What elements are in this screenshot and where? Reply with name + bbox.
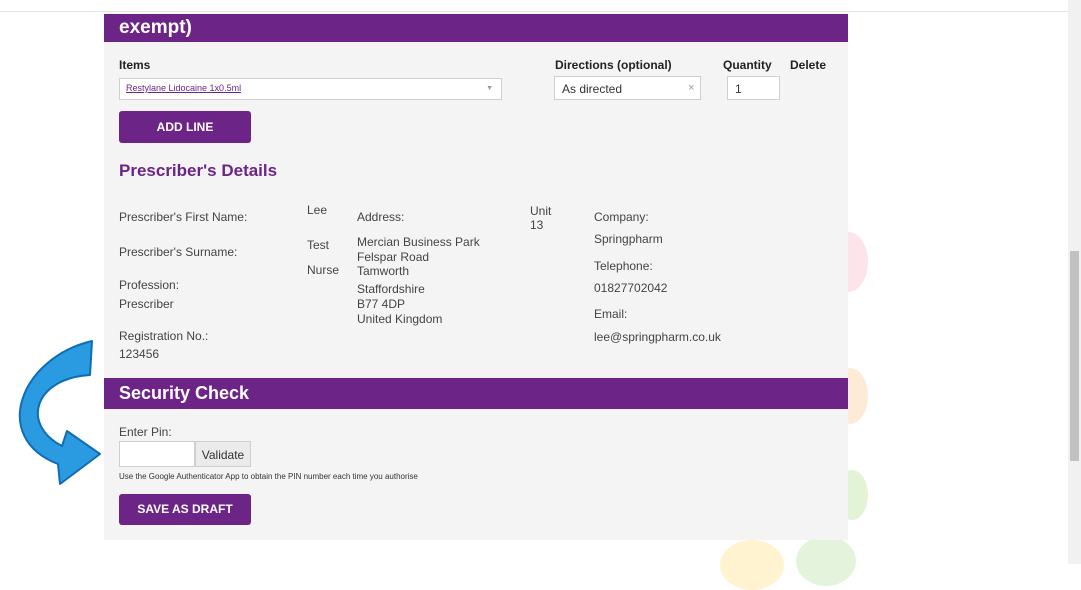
- quantity-input-value: 1: [735, 82, 742, 96]
- pin-input[interactable]: [119, 441, 195, 467]
- pin-hint-text: Use the Google Authenticator App to obta…: [119, 472, 418, 481]
- security-section-bar: Security Check: [104, 378, 848, 409]
- surname-label: Prescriber's Surname:: [119, 245, 238, 259]
- company-label: Company:: [594, 210, 649, 224]
- unit-label: Unit: [530, 204, 552, 218]
- telephone-value: 01827702042: [594, 281, 668, 295]
- address-line: Staffordshire: [357, 282, 425, 296]
- profession-label: Profession:: [119, 278, 180, 292]
- add-line-button[interactable]: ADD LINE: [119, 111, 251, 143]
- unit-value: 13: [530, 218, 544, 232]
- address-label: Address:: [357, 210, 405, 224]
- profession-side-value: Nurse: [307, 263, 340, 277]
- prescriber-section-title: Prescriber's Details: [119, 161, 278, 180]
- first-name-value: Lee: [307, 203, 328, 217]
- registration-label: Registration No.:: [119, 329, 209, 343]
- address-line: United Kingdom: [357, 312, 443, 326]
- company-value: Springpharm: [594, 232, 663, 246]
- profession-value: Prescriber: [119, 297, 174, 311]
- quantity-input[interactable]: 1: [727, 76, 780, 100]
- address-line: Mercian Business Park: [357, 235, 480, 249]
- page-scrollbar[interactable]: [1068, 0, 1081, 564]
- page-top-divider: [0, 11, 1068, 12]
- save-as-draft-button[interactable]: SAVE AS DRAFT: [119, 494, 251, 525]
- email-value: lee@springpharm.co.uk: [594, 330, 721, 344]
- section-header-title: exempt): [119, 17, 192, 38]
- surname-value: Test: [307, 238, 330, 252]
- directions-input-value: As directed: [562, 82, 623, 96]
- address-line: Felspar Road: [357, 250, 430, 264]
- chevron-down-icon: ▼: [486, 85, 493, 92]
- address-line: B77 4DP: [357, 297, 406, 311]
- decor-blob-green-2: [796, 536, 856, 586]
- quantity-column-header: Quantity: [723, 58, 772, 72]
- items-column-header: Items: [119, 58, 151, 72]
- security-section-title: Security Check: [119, 383, 250, 403]
- scrollbar-thumb[interactable]: [1070, 251, 1079, 461]
- curved-arrow-icon: [18, 340, 101, 485]
- telephone-label: Telephone:: [594, 259, 653, 273]
- address-line: Tamworth: [357, 264, 410, 278]
- directions-input[interactable]: As directed ×: [554, 76, 701, 100]
- decor-blob-yellow: [720, 540, 784, 590]
- validate-button[interactable]: Validate: [195, 441, 251, 467]
- section-header-bar: exempt): [104, 14, 848, 42]
- clear-icon[interactable]: ×: [688, 82, 694, 94]
- item-select[interactable]: Restylane Lidocaine 1x0.5ml ▼: [119, 78, 502, 100]
- directions-column-header: Directions (optional): [555, 58, 672, 72]
- item-select-value: Restylane Lidocaine 1x0.5ml: [126, 83, 242, 93]
- first-name-label: Prescriber's First Name:: [119, 210, 248, 224]
- delete-column-header: Delete: [790, 58, 827, 72]
- email-label: Email:: [594, 307, 628, 321]
